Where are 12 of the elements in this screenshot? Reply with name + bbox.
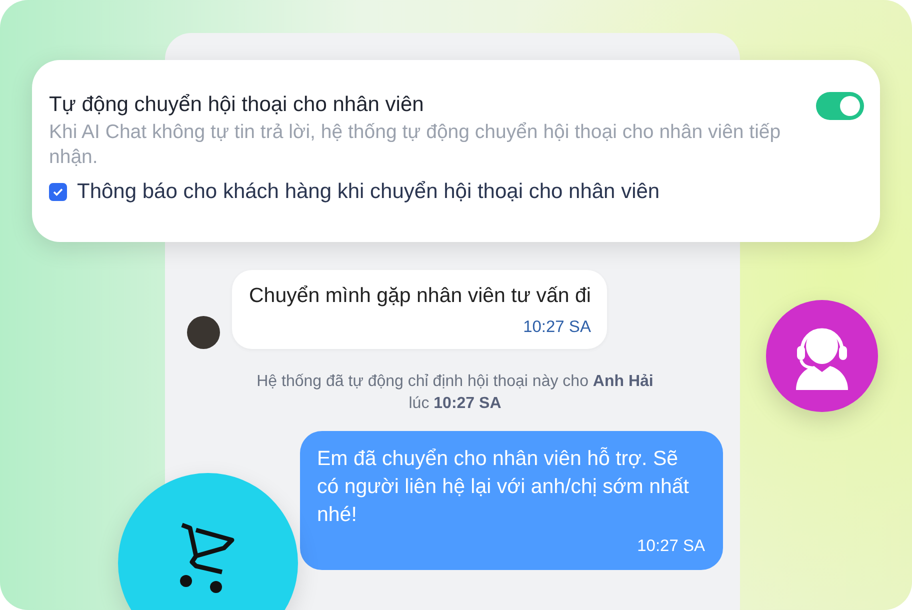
message-text: Em đã chuyển cho nhân viên hỗ trợ. Sẽ có người liên hệ lại với anh/chị sớm nhất nhé! [317,446,690,528]
checkbox-label: Thông báo cho khách hàng khi chuyển hội thoại cho nhân viên [77,180,660,204]
message-text: Chuyển mình gặp nhân viên tư vấn đi [249,284,591,308]
check-icon [53,188,63,196]
setting-title: Tự động chuyển hội thoại cho nhân viên [49,93,425,117]
checkbox[interactable] [49,183,67,201]
toggle-switch[interactable] [816,92,864,120]
user-avatar [187,316,220,349]
system-notice: Hệ thống đã tự động chỉ định hội thoại này cho Anh Hải lúc 10:27 SA [256,372,654,414]
setting-description: Khi AI Chat không tự tin trả lời, hệ thống tự động chuyển hội thoại cho nhân viên tiếp nhận. [49,120,782,170]
message-time: 10:27 SA [637,537,705,556]
message-time: 10:27 SA [523,318,591,337]
